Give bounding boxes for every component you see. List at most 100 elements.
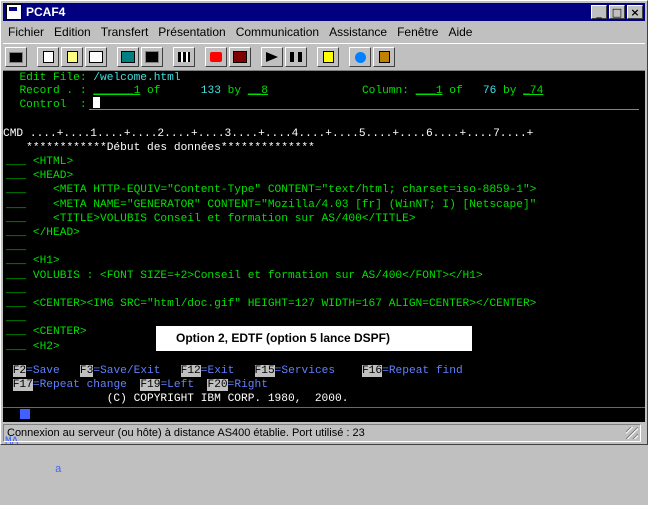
record-total: 133 [200, 85, 221, 97]
maximize-button[interactable]: □ [609, 5, 625, 19]
source-line[interactable]: ___ <META HTTP-EQUIV="Content-Type" CONT… [6, 183, 536, 197]
line-text[interactable]: <HEAD> [26, 170, 73, 182]
f16-key[interactable]: F16 [361, 365, 383, 377]
clipboard-icon [322, 51, 334, 63]
menu-edition[interactable]: Edition [49, 23, 96, 41]
line-text[interactable]: </HEAD> [26, 227, 80, 239]
f17-label[interactable]: =Repeat change [33, 379, 127, 391]
title-bar[interactable]: PCAF4 _ □ × [3, 3, 645, 21]
line-command-field[interactable]: ___ [6, 199, 26, 211]
pause-macro-button[interactable] [285, 47, 307, 67]
line-command-field[interactable]: ___ [6, 326, 26, 338]
send-file-button[interactable] [85, 47, 107, 67]
copy-icon [42, 51, 54, 63]
line-command-field[interactable]: ___ [6, 213, 26, 225]
macro-button[interactable] [173, 47, 195, 67]
edit-file-label: Edit File: [19, 72, 87, 84]
menu-fenetre[interactable]: Fenêtre [392, 23, 443, 41]
line-command-field[interactable]: ___ [6, 241, 26, 253]
f12-key[interactable]: F12 [180, 365, 201, 377]
line-text[interactable]: <CENTER><IMG SRC="html/doc.gif" HEIGHT=1… [26, 298, 537, 310]
source-line[interactable]: ___ <HEAD> [6, 169, 73, 183]
source-line[interactable]: ___ VOLUBIS : <FONT SIZE=+2>Conseil et f… [6, 269, 483, 283]
play-macro-button[interactable] [261, 47, 283, 67]
print-screen-button[interactable] [5, 47, 27, 67]
copyright: (C) COPYRIGHT IBM CORP. 1980, 2000. [106, 393, 349, 405]
menu-bar: Fichier Edition Transfert Présentation C… [3, 23, 477, 41]
f16-label[interactable]: =Repeat find [382, 365, 463, 377]
line-text[interactable]: <H2> [26, 341, 60, 353]
stop-macro-button[interactable] [229, 47, 251, 67]
line-command-field[interactable]: ___ [6, 284, 26, 296]
line-command-field[interactable]: ___ [6, 170, 26, 182]
line-command-field[interactable]: ___ [6, 156, 26, 168]
globe-button[interactable] [349, 47, 371, 67]
source-line[interactable]: ___ <META NAME="GENERATOR" CONTENT="Mozi… [6, 198, 536, 212]
terminal-screen[interactable]: Edit File: /welcome.html Record . : ____… [3, 71, 645, 422]
line-text[interactable]: <HTML> [26, 156, 73, 168]
f19-key[interactable]: F19 [140, 379, 161, 391]
line-text[interactable]: <CENTER> [26, 326, 87, 338]
menu-aide[interactable]: Aide [443, 23, 477, 41]
keyboard-icon [145, 51, 159, 63]
source-line[interactable]: ___ [6, 283, 26, 297]
record-by-field[interactable]: __8 [248, 85, 268, 97]
menu-presentation[interactable]: Présentation [153, 23, 230, 41]
column-label: Column: [361, 85, 409, 97]
line-text[interactable]: <TITLE>VOLUBIS Conseil et formation sur … [26, 213, 416, 225]
line-text[interactable]: <META HTTP-EQUIV="Content-Type" CONTENT=… [26, 184, 536, 196]
column-by-field[interactable]: _74 [523, 85, 543, 97]
line-command-field[interactable]: ___ [6, 312, 26, 324]
f15-label[interactable]: =Services [275, 365, 335, 377]
minimize-button[interactable]: _ [591, 5, 607, 19]
source-line[interactable]: ___ <H1> [6, 254, 60, 268]
f17-key[interactable]: F17 [12, 379, 33, 391]
column-field[interactable]: ___1 [416, 85, 443, 97]
line-text[interactable]: VOLUBIS : <FONT SIZE=+2>Conseil et forma… [26, 270, 483, 282]
line-command-field[interactable]: ___ [6, 227, 26, 239]
close-button[interactable]: × [627, 5, 643, 19]
source-line[interactable]: ___ </HEAD> [6, 226, 80, 240]
menu-fichier[interactable]: Fichier [3, 23, 49, 41]
source-line[interactable]: ___ <TITLE>VOLUBIS Conseil et formation … [6, 212, 416, 226]
line-command-field[interactable]: ___ [6, 270, 26, 282]
f19-label[interactable]: =Left [160, 379, 194, 391]
exit-book-button[interactable] [373, 47, 395, 67]
f12-label[interactable]: =Exit [201, 365, 235, 377]
f3-label[interactable]: =Save/Exit [93, 365, 160, 377]
paste-button[interactable] [61, 47, 83, 67]
source-line[interactable]: ___ [6, 240, 26, 254]
source-line[interactable]: ___ <CENTER><IMG SRC="html/doc.gif" HEIG… [6, 297, 536, 311]
menu-communication[interactable]: Communication [231, 23, 324, 41]
source-line[interactable]: ___ [6, 311, 26, 325]
menu-assistance[interactable]: Assistance [324, 23, 392, 41]
clipboard-button[interactable] [317, 47, 339, 67]
copy-button[interactable] [37, 47, 59, 67]
line-command-field[interactable]: ___ [6, 255, 26, 267]
column-by-label: by [503, 85, 517, 97]
f2-key[interactable]: F2 [12, 365, 27, 377]
f3-key[interactable]: F3 [79, 365, 94, 377]
menu-transfert[interactable]: Transfert [96, 23, 154, 41]
f15-key[interactable]: F15 [254, 365, 275, 377]
source-line[interactable]: ___ <H2> [6, 340, 60, 354]
f20-key[interactable]: F20 [207, 379, 228, 391]
toolbar [3, 43, 645, 71]
source-line[interactable]: ___ <HTML> [6, 155, 73, 169]
line-command-field[interactable]: ___ [6, 184, 26, 196]
line-text[interactable]: <H1> [26, 255, 60, 267]
f2-label[interactable]: =Save [26, 365, 60, 377]
emulator-window: PCAF4 _ □ × Fichier Edition Transfert Pr… [0, 0, 648, 490]
source-line[interactable]: ___ <CENTER> [6, 325, 87, 339]
line-command-field[interactable]: ___ [6, 298, 26, 310]
control-field-underline[interactable] [89, 109, 639, 110]
record-field[interactable]: ______1 [93, 85, 140, 97]
display-setup-button[interactable] [117, 47, 139, 67]
keyboard-setup-button[interactable] [141, 47, 163, 67]
record-macro-button[interactable] [205, 47, 227, 67]
resize-grip[interactable] [626, 427, 638, 439]
line-command-field[interactable]: ___ [6, 341, 26, 353]
f20-label[interactable]: =Right [228, 379, 268, 391]
line-text[interactable]: <META NAME="GENERATOR" CONTENT="Mozilla/… [26, 199, 536, 211]
app-icon[interactable] [6, 4, 22, 20]
